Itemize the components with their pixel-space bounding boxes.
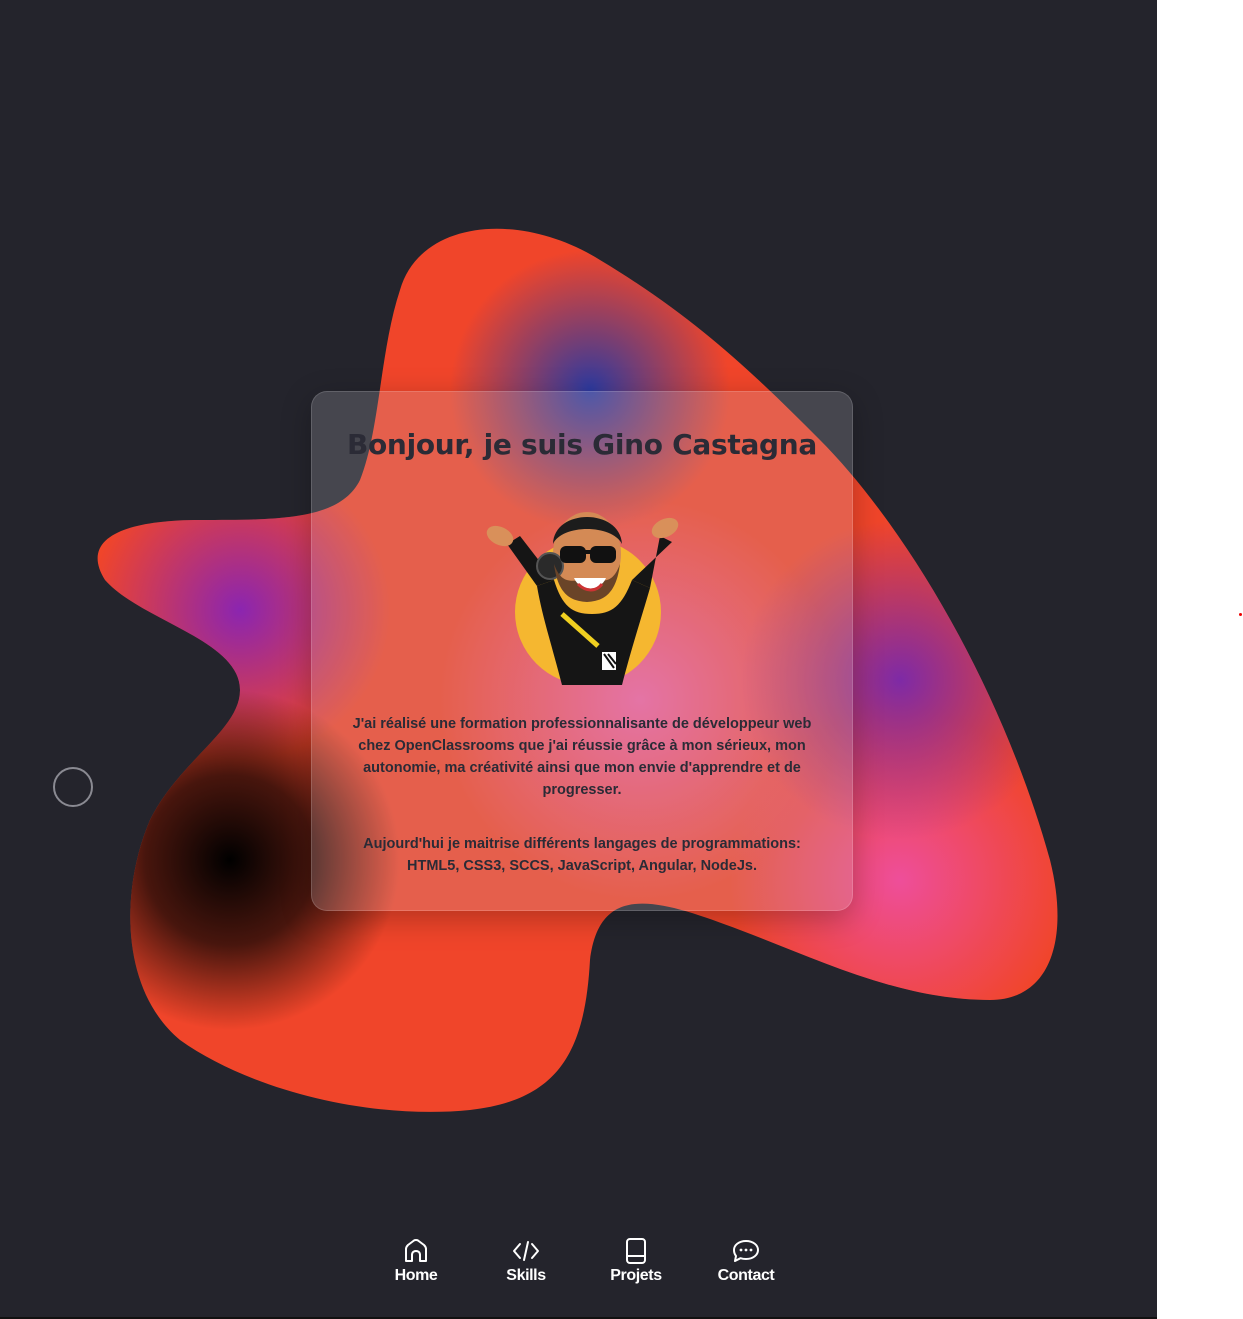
home-icon bbox=[405, 1238, 427, 1262]
nav-skills-label: Skills bbox=[506, 1267, 546, 1284]
red-dot bbox=[1239, 613, 1242, 616]
nav-skills[interactable]: Skills bbox=[481, 1237, 571, 1285]
page-background: Bonjour, je suis Gino Castagna J'ai réal… bbox=[0, 0, 1157, 1317]
page-title: Bonjour, je suis Gino Castagna bbox=[346, 428, 818, 461]
nav-projets[interactable]: Projets bbox=[591, 1237, 681, 1285]
nav-home-label: Home bbox=[394, 1267, 438, 1284]
memoji-avatar-icon bbox=[486, 512, 679, 685]
cursor-ring bbox=[53, 767, 93, 807]
book-icon bbox=[626, 1238, 646, 1264]
intro-paragraph: J'ai réalisé une formation professionnal… bbox=[352, 716, 812, 798]
nav-contact[interactable]: Contact bbox=[701, 1237, 791, 1285]
nav-home[interactable]: Home bbox=[371, 1237, 461, 1285]
skills-paragraph: Aujourd'hui je maitrise différents langa… bbox=[363, 836, 801, 874]
chat-icon bbox=[733, 1240, 759, 1262]
bottom-navigation: Home Skills Projets Contact bbox=[0, 1237, 1157, 1297]
code-icon bbox=[513, 1241, 539, 1261]
intro-card: Bonjour, je suis Gino Castagna J'ai réal… bbox=[311, 391, 853, 911]
nav-contact-label: Contact bbox=[717, 1267, 775, 1284]
nav-projets-label: Projets bbox=[610, 1267, 662, 1284]
